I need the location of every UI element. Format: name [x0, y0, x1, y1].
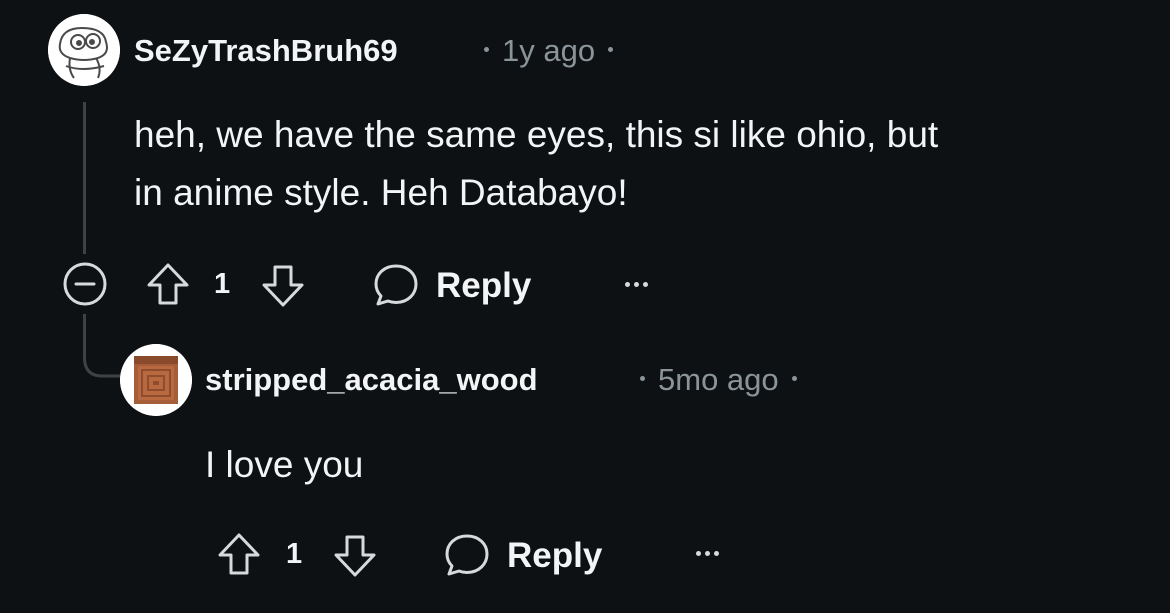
separator-dot [484, 47, 489, 53]
acacia-wood-block-icon [120, 344, 192, 416]
separator-dot [640, 376, 645, 382]
dot [696, 551, 701, 556]
separator-dot [791, 376, 797, 382]
reply-button[interactable]: Reply [443, 532, 602, 578]
thread-line-parent-top [83, 102, 86, 254]
downvote-arrow-icon[interactable] [330, 531, 380, 581]
separator-dot [608, 47, 614, 53]
avatar[interactable] [120, 344, 192, 416]
dot [643, 282, 648, 287]
more-options-icon[interactable] [696, 551, 719, 556]
timestamp-text: 1y ago [502, 33, 596, 68]
vote-count: 1 [286, 538, 303, 570]
upvote-arrow-icon[interactable] [143, 259, 193, 309]
comment-author[interactable]: stripped_acacia_wood [205, 364, 538, 395]
reply-button[interactable]: Reply [372, 262, 531, 308]
dot [625, 282, 630, 287]
more-options-icon[interactable] [625, 282, 648, 287]
downvote-arrow-icon[interactable] [258, 261, 308, 311]
reply-label: Reply [436, 265, 532, 305]
dot [714, 551, 719, 556]
dot [634, 282, 639, 287]
upvote-arrow-icon[interactable] [214, 529, 264, 579]
comment-body-line: heh, we have the same eyes, this si like… [134, 114, 939, 155]
comment-bubble-icon [374, 264, 418, 306]
comment-body-line: in anime style. Heh Databayo! [134, 172, 628, 213]
comment-author[interactable]: SeZyTrashBruh69 [134, 35, 398, 66]
comment-timestamp: 1y ago [470, 35, 626, 66]
dot [705, 551, 710, 556]
snoo-avatar-icon [48, 14, 120, 86]
comment-bubble-icon [445, 534, 489, 576]
vote-count: 1 [214, 268, 231, 300]
avatar[interactable] [48, 14, 120, 86]
reply-label: Reply [507, 535, 603, 575]
comment-body-line: I love you [205, 444, 364, 485]
timestamp-text: 5mo ago [658, 362, 779, 397]
comment-timestamp: 5mo ago [626, 364, 810, 395]
collapse-minus-icon[interactable] [57, 256, 113, 312]
